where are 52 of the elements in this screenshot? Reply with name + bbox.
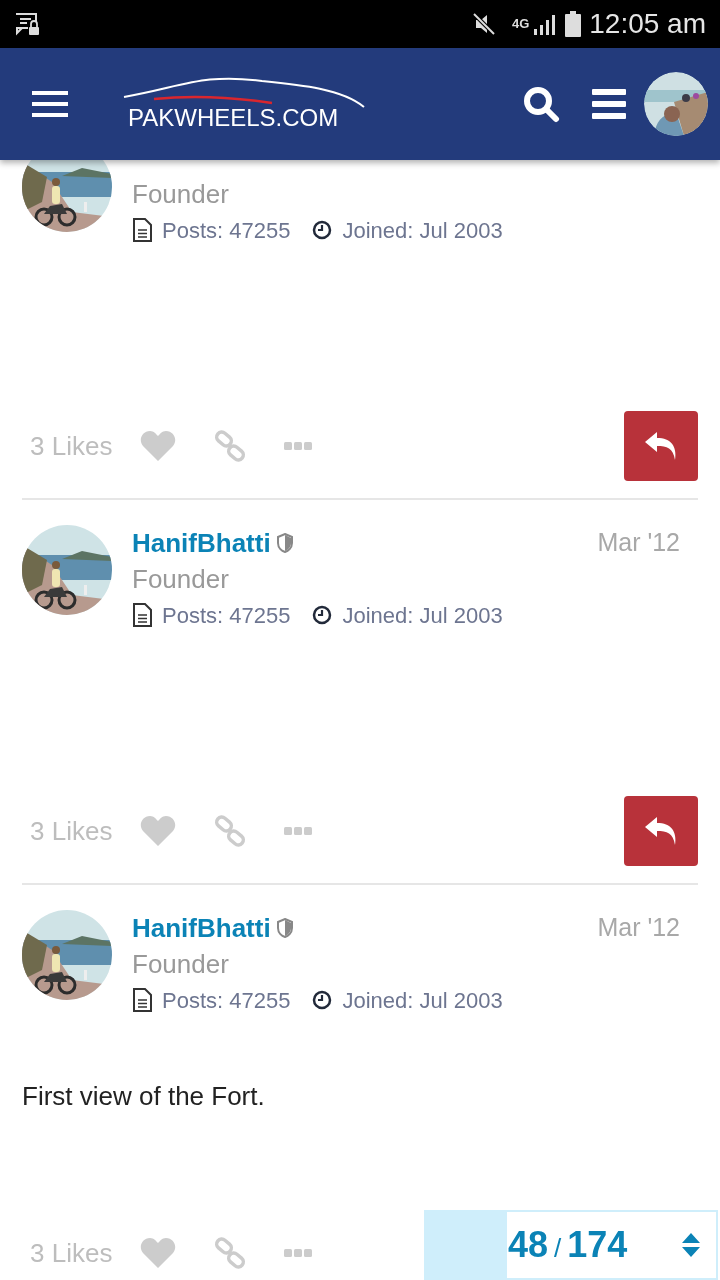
progress-indicator[interactable]: 48 / 174 (424, 1210, 718, 1280)
more-icon[interactable] (284, 827, 313, 835)
document-icon (132, 603, 152, 627)
battery-icon (565, 11, 582, 37)
likes-count: 3 Likes (30, 1236, 113, 1270)
document-icon (132, 218, 152, 242)
clock-icon (312, 605, 333, 625)
document-icon (132, 988, 152, 1012)
network-type: 4G (511, 15, 530, 34)
user-role: Founder (132, 178, 229, 211)
join-date: Joined: Jul 2003 (342, 986, 503, 1015)
likes-count: 3 Likes (30, 814, 113, 848)
more-icon[interactable] (284, 442, 313, 450)
mute-icon (471, 12, 496, 36)
more-icon[interactable] (284, 1249, 313, 1257)
logo-swoosh-icon (122, 77, 366, 109)
menu-icon[interactable] (592, 89, 626, 119)
heart-icon[interactable] (140, 430, 177, 462)
user-role: Founder (132, 948, 229, 981)
likes-count: 3 Likes (30, 429, 113, 463)
logo-text[interactable]: PAKWHEELS.COM (128, 105, 339, 131)
separator: / (554, 1232, 562, 1265)
clock-time: 12:05 am (589, 7, 706, 41)
join-date: Joined: Jul 2003 (342, 216, 503, 245)
link-icon[interactable] (214, 1237, 247, 1269)
join-date: Joined: Jul 2003 (342, 601, 503, 630)
posts-count: Posts: 47255 (162, 986, 291, 1015)
shield-icon (276, 533, 293, 553)
reply-button[interactable] (624, 411, 698, 481)
reply-button[interactable] (624, 796, 698, 866)
post-date: Mar '12 (597, 527, 680, 559)
clock-icon (312, 220, 333, 240)
link-icon[interactable] (214, 430, 247, 462)
posts-count: Posts: 47255 (162, 601, 291, 630)
username-link[interactable]: HanifBhatti (132, 908, 271, 948)
posts-count: Posts: 47255 (162, 216, 291, 245)
search-icon[interactable] (522, 85, 560, 123)
post-date: Mar '12 (597, 912, 680, 944)
current-post-number: 48 (508, 1223, 549, 1267)
clock-icon (312, 990, 333, 1010)
signal-icon (533, 13, 558, 35)
post-text: First view of the Fort. (22, 1080, 266, 1112)
heart-icon[interactable] (140, 815, 177, 847)
user-role: Founder (132, 563, 229, 596)
menu-icon[interactable] (32, 91, 68, 117)
heart-icon[interactable] (140, 1237, 177, 1269)
message-lock-icon (14, 12, 40, 36)
username-link[interactable]: HanifBhatti (132, 523, 271, 563)
total-posts: 174 (567, 1223, 628, 1267)
link-icon[interactable] (214, 815, 247, 847)
sort-icon[interactable] (682, 1233, 700, 1257)
shield-icon (276, 918, 293, 938)
